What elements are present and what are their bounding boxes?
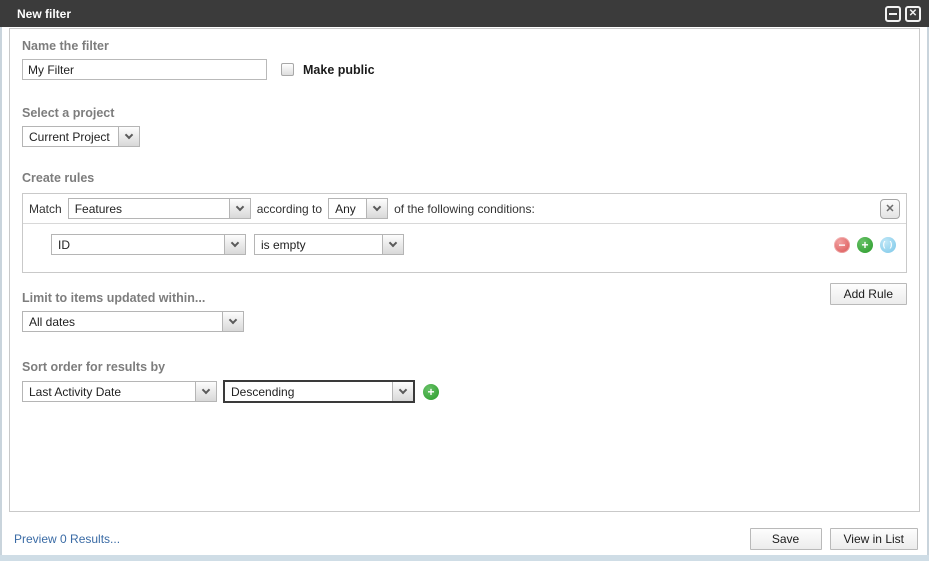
- minimize-button[interactable]: [885, 6, 901, 22]
- match-prefix-label: Match: [29, 202, 62, 216]
- minus-icon: −: [838, 239, 845, 251]
- remove-rule-icon[interactable]: −: [834, 237, 850, 253]
- save-button[interactable]: Save: [750, 528, 822, 550]
- rule-operator-value: is empty: [255, 235, 382, 254]
- select-project-row: Current Project: [22, 126, 907, 147]
- rule-operator-select[interactable]: is empty: [254, 234, 404, 255]
- chevron-down-icon: [229, 199, 250, 218]
- rules-container: Match Features according to Any of the f…: [22, 193, 907, 273]
- rule-action-icons: − + ( ): [834, 237, 896, 253]
- footer-buttons: Save View in List: [750, 528, 918, 550]
- sort-field-select[interactable]: Last Activity Date: [22, 381, 217, 402]
- limit-label: Limit to items updated within...: [22, 291, 205, 305]
- match-type-value: Features: [69, 199, 229, 218]
- match-header-row: Match Features according to Any of the f…: [23, 194, 906, 224]
- according-select[interactable]: Any: [328, 198, 388, 219]
- add-rule-icon[interactable]: +: [857, 237, 873, 253]
- dialog-bottom-edge: [0, 555, 929, 561]
- view-in-list-button[interactable]: View in List: [830, 528, 918, 550]
- select-project-label: Select a project: [22, 106, 907, 120]
- plus-icon: +: [861, 239, 868, 251]
- add-rule-button[interactable]: Add Rule: [830, 283, 907, 305]
- remove-rule-group-button[interactable]: ✕: [880, 199, 900, 219]
- match-type-select[interactable]: Features: [68, 198, 251, 219]
- plus-icon: +: [427, 386, 434, 398]
- new-filter-dialog: New filter ✕ Name the filter Make public…: [0, 0, 929, 561]
- parentheses-icon: ( ): [883, 241, 894, 249]
- minimize-icon: [889, 13, 897, 15]
- rule-field-value: ID: [52, 235, 224, 254]
- close-icon: ✕: [885, 202, 894, 215]
- limit-row: All dates: [22, 311, 907, 332]
- chevron-down-icon: [392, 382, 413, 401]
- rule-row: ID is empty − + ( ): [23, 224, 906, 272]
- make-public-label: Make public: [303, 63, 375, 77]
- create-rules-label: Create rules: [22, 171, 907, 185]
- name-filter-row: Make public: [22, 59, 907, 80]
- filter-name-input[interactable]: [22, 59, 267, 80]
- close-icon: ✕: [909, 9, 917, 19]
- according-value: Any: [329, 199, 366, 218]
- sort-order-label: Sort order for results by: [22, 360, 907, 374]
- dialog-title: New filter: [17, 7, 71, 21]
- sort-direction-select[interactable]: Descending: [223, 380, 415, 403]
- chevron-down-icon: [195, 382, 216, 401]
- dialog-titlebar: New filter ✕: [0, 0, 929, 27]
- rule-field-select[interactable]: ID: [51, 234, 246, 255]
- conditions-suffix-label: of the following conditions:: [394, 202, 535, 216]
- chevron-down-icon: [366, 199, 387, 218]
- group-rule-icon[interactable]: ( ): [880, 237, 896, 253]
- date-range-select[interactable]: All dates: [22, 311, 244, 332]
- chevron-down-icon: [224, 235, 245, 254]
- sort-field-value: Last Activity Date: [23, 382, 195, 401]
- according-to-label: according to: [257, 202, 322, 216]
- filter-form-panel: Name the filter Make public Select a pro…: [9, 28, 920, 512]
- add-sort-icon[interactable]: +: [423, 384, 439, 400]
- window-controls: ✕: [885, 6, 921, 22]
- chevron-down-icon: [382, 235, 403, 254]
- project-select-value: Current Project: [23, 127, 118, 146]
- preview-results-link[interactable]: Preview 0 Results...: [14, 532, 120, 546]
- sort-direction-value: Descending: [225, 382, 392, 401]
- sort-row: Last Activity Date Descending +: [22, 380, 907, 403]
- chevron-down-icon: [222, 312, 243, 331]
- limit-addrule-row: Limit to items updated within... Add Rul…: [22, 283, 907, 305]
- make-public-checkbox[interactable]: [281, 63, 294, 76]
- chevron-down-icon: [118, 127, 139, 146]
- name-filter-label: Name the filter: [22, 39, 907, 53]
- close-button[interactable]: ✕: [905, 6, 921, 22]
- project-select[interactable]: Current Project: [22, 126, 140, 147]
- date-range-value: All dates: [23, 312, 222, 331]
- dialog-footer: Preview 0 Results... Save View in List: [14, 528, 918, 550]
